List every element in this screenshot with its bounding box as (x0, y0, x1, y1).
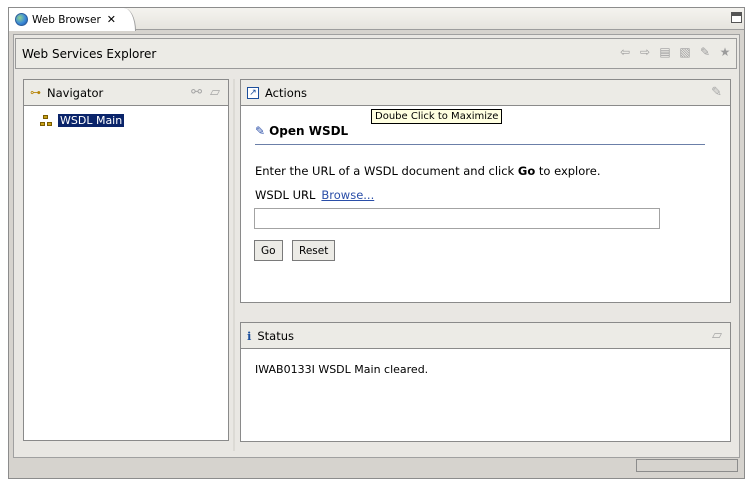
divider (255, 144, 705, 145)
status-message: IWAB0133I WSDL Main cleared. (255, 363, 429, 376)
tab-title: Web Browser (32, 13, 101, 26)
actions-header: ↗ Actions ✎ (241, 80, 730, 106)
page-title: Web Services Explorer (22, 46, 157, 61)
wsdl-url-label: WSDL URL (255, 188, 316, 202)
status-title: Status (257, 328, 295, 343)
tree-item-label: WSDL Main (58, 114, 125, 127)
clear-icon[interactable]: ▱ (210, 85, 220, 100)
add-favorite-icon[interactable]: ▧ (678, 45, 692, 59)
instruction-prefix: Enter the URL of a WSDL document and cli… (255, 164, 518, 178)
back-icon[interactable]: ⇦ (618, 45, 632, 59)
url-label-row: WSDL URL Browse... (255, 188, 374, 202)
tree-node-icon (40, 114, 53, 127)
tree-item-wsdl-main[interactable]: WSDL Main (40, 114, 125, 127)
favorites-icon[interactable]: ▤ (658, 45, 672, 59)
actions-title: Actions (265, 85, 308, 100)
link-icon[interactable]: ⚯ (191, 85, 202, 100)
tab-web-browser[interactable]: Web Browser ✕ (9, 8, 136, 31)
wsdl-icon: ✎ (255, 124, 266, 138)
star-icon[interactable]: ★ (718, 45, 732, 59)
close-icon[interactable]: ✕ (107, 13, 116, 26)
explorer-toolbar: ⇦ ⇨ ▤ ▧ ✎ ★ (618, 45, 732, 59)
clear-icon[interactable]: ✎ (711, 85, 722, 100)
actions-icon: ↗ (247, 86, 259, 99)
browse-link[interactable]: Browse... (321, 188, 374, 202)
info-icon: i (247, 328, 252, 343)
reset-button[interactable]: Reset (292, 240, 336, 261)
clear-icon[interactable]: ✎ (698, 45, 712, 59)
navigator-title: Navigator (47, 85, 104, 100)
instruction-suffix: to explore. (535, 164, 601, 178)
status-pane: i Status ▱ IWAB0133I WSDL Main cleared. (240, 322, 731, 442)
navigator-icon: ⊶ (30, 86, 41, 99)
clear-icon[interactable]: ▱ (712, 328, 722, 343)
navigator-header: ⊶ Navigator ⚯ ▱ (24, 80, 228, 106)
wsdl-url-input[interactable] (254, 208, 660, 229)
status-bar-field (636, 459, 738, 472)
navigator-pane: ⊶ Navigator ⚯ ▱ WSDL Main (23, 79, 229, 441)
instructions-text: Enter the URL of a WSDL document and cli… (255, 164, 601, 178)
status-header: i Status ▱ (241, 323, 730, 349)
forward-icon[interactable]: ⇨ (638, 45, 652, 59)
globe-icon (15, 13, 28, 26)
instruction-bold: Go (517, 164, 536, 178)
section-title: ✎ Open WSDL (255, 124, 348, 138)
section-title-text: Open WSDL (269, 124, 349, 138)
go-button[interactable]: Go (254, 240, 283, 261)
maximize-button[interactable] (731, 12, 742, 23)
tooltip: Doube Click to Maximize (371, 109, 503, 124)
pane-sash[interactable] (233, 79, 235, 451)
